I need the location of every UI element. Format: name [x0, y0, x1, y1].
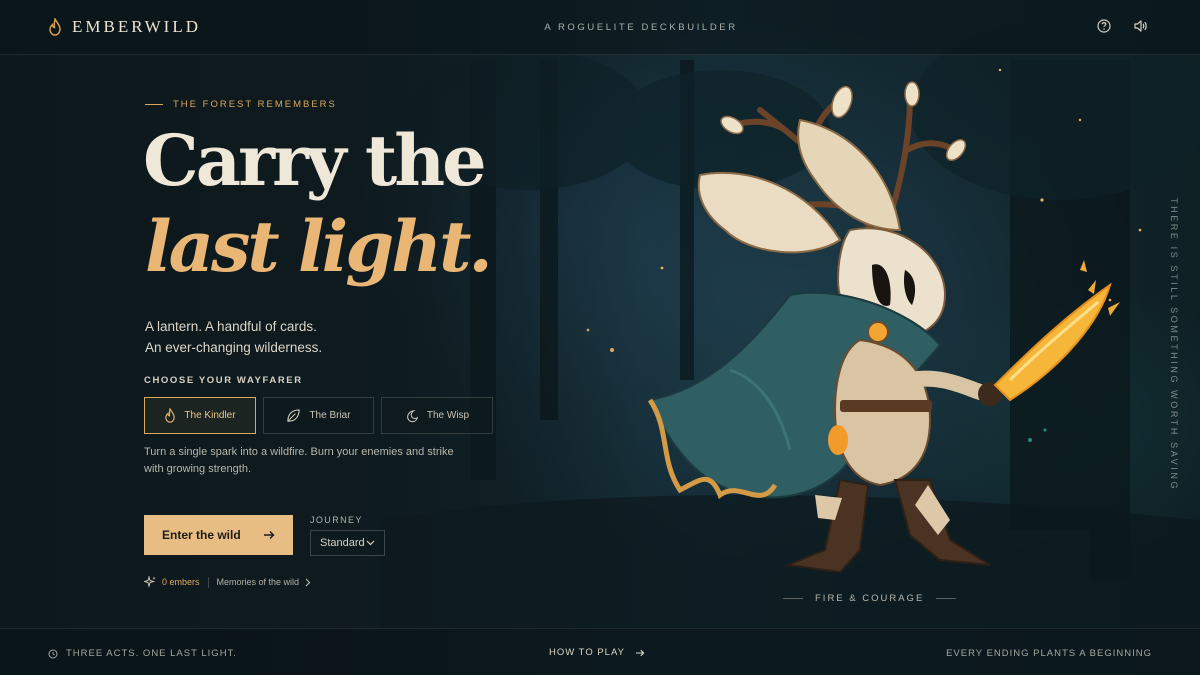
- moon-icon: [406, 409, 418, 422]
- lead-line-2: An ever-changing wilderness.: [145, 340, 323, 355]
- flame-icon: [165, 408, 176, 423]
- arrow-right-icon: [264, 531, 275, 539]
- wayfarer-option-label: The Kindler: [184, 410, 236, 421]
- wayfarer-description: Turn a single spark into a wildfire. Bur…: [144, 446, 454, 475]
- wayfarer-option-label: The Briar: [309, 410, 351, 421]
- wayfarer-option-kindler[interactable]: The Kindler: [144, 397, 256, 434]
- caption-text: FIRE & COURAGE: [815, 593, 925, 604]
- cta-label: Enter the wild: [162, 528, 241, 542]
- side-vertical-text: THERE IS STILL SOMETHING WORTH SAVING: [1169, 198, 1179, 492]
- headline-line-1: Carry the: [143, 119, 487, 202]
- bottom-bar: THREE ACTS. ONE LAST LIGHT. HOW TO PLAY …: [0, 628, 1200, 675]
- footer-left-text: THREE ACTS. ONE LAST LIGHT.: [66, 648, 237, 659]
- footer-right-text: EVERY ENDING PLANTS A BEGINNING: [946, 648, 1152, 659]
- how-to-play-label: HOW TO PLAY: [549, 647, 625, 658]
- leaf-icon: [287, 409, 301, 422]
- journey-value: Standard: [320, 537, 365, 549]
- meta-divider: [207, 576, 209, 588]
- memories-link[interactable]: Memories of the wild: [217, 577, 312, 587]
- meta-row: 0 embers Memories of the wild: [144, 576, 311, 588]
- embers-counter: 0 embers: [144, 576, 200, 588]
- wayfarer-selector: The Kindler The Briar The Wisp: [144, 397, 493, 434]
- wayfarer-character-illustration: [647, 81, 1120, 574]
- hero-eyebrow: THE FOREST REMEMBERS: [145, 99, 337, 110]
- footer-left: THREE ACTS. ONE LAST LIGHT.: [48, 648, 237, 659]
- caption-divider-left: [783, 598, 803, 599]
- how-to-play-link[interactable]: HOW TO PLAY: [549, 647, 645, 658]
- lead-line-1: A lantern. A handful of cards.: [145, 319, 317, 334]
- chevron-down-icon: [366, 540, 375, 546]
- chevron-right-icon: [305, 578, 311, 586]
- help-button[interactable]: [1096, 18, 1112, 34]
- hero-lead: A lantern. A handful of cards. An ever-c…: [145, 316, 322, 358]
- sound-icon: [1133, 20, 1147, 32]
- wayfarer-option-wisp[interactable]: The Wisp: [381, 397, 493, 434]
- enter-the-wild-button[interactable]: Enter the wild: [144, 515, 293, 555]
- caption-divider-right: [936, 598, 957, 599]
- wayfarer-label: CHOOSE YOUR WAYFARER: [144, 375, 303, 386]
- sound-button[interactable]: [1132, 18, 1148, 34]
- wayfarer-option-briar[interactable]: The Briar: [263, 397, 374, 434]
- arrow-right-icon: [635, 649, 645, 656]
- header-tagline: A ROGUELITE DECKBUILDER: [544, 22, 738, 33]
- eyebrow-text: THE FOREST REMEMBERS: [173, 99, 337, 110]
- embers-count: 0 embers: [162, 577, 200, 587]
- character-caption: FIRE & COURAGE: [783, 593, 957, 604]
- journey-select[interactable]: Standard: [310, 530, 385, 556]
- wayfarer-option-label: The Wisp: [426, 410, 470, 421]
- memories-label: Memories of the wild: [216, 577, 300, 587]
- sparkles-icon: [144, 576, 156, 588]
- help-icon: [1097, 19, 1111, 33]
- journey-label: JOURNEY: [310, 515, 363, 525]
- eyebrow-divider: [145, 104, 163, 105]
- clock-icon: [48, 649, 58, 658]
- top-bar: EMBERWILD A ROGUELITE DECKBUILDER: [0, 0, 1200, 55]
- headline-line-2: last light.: [145, 205, 493, 288]
